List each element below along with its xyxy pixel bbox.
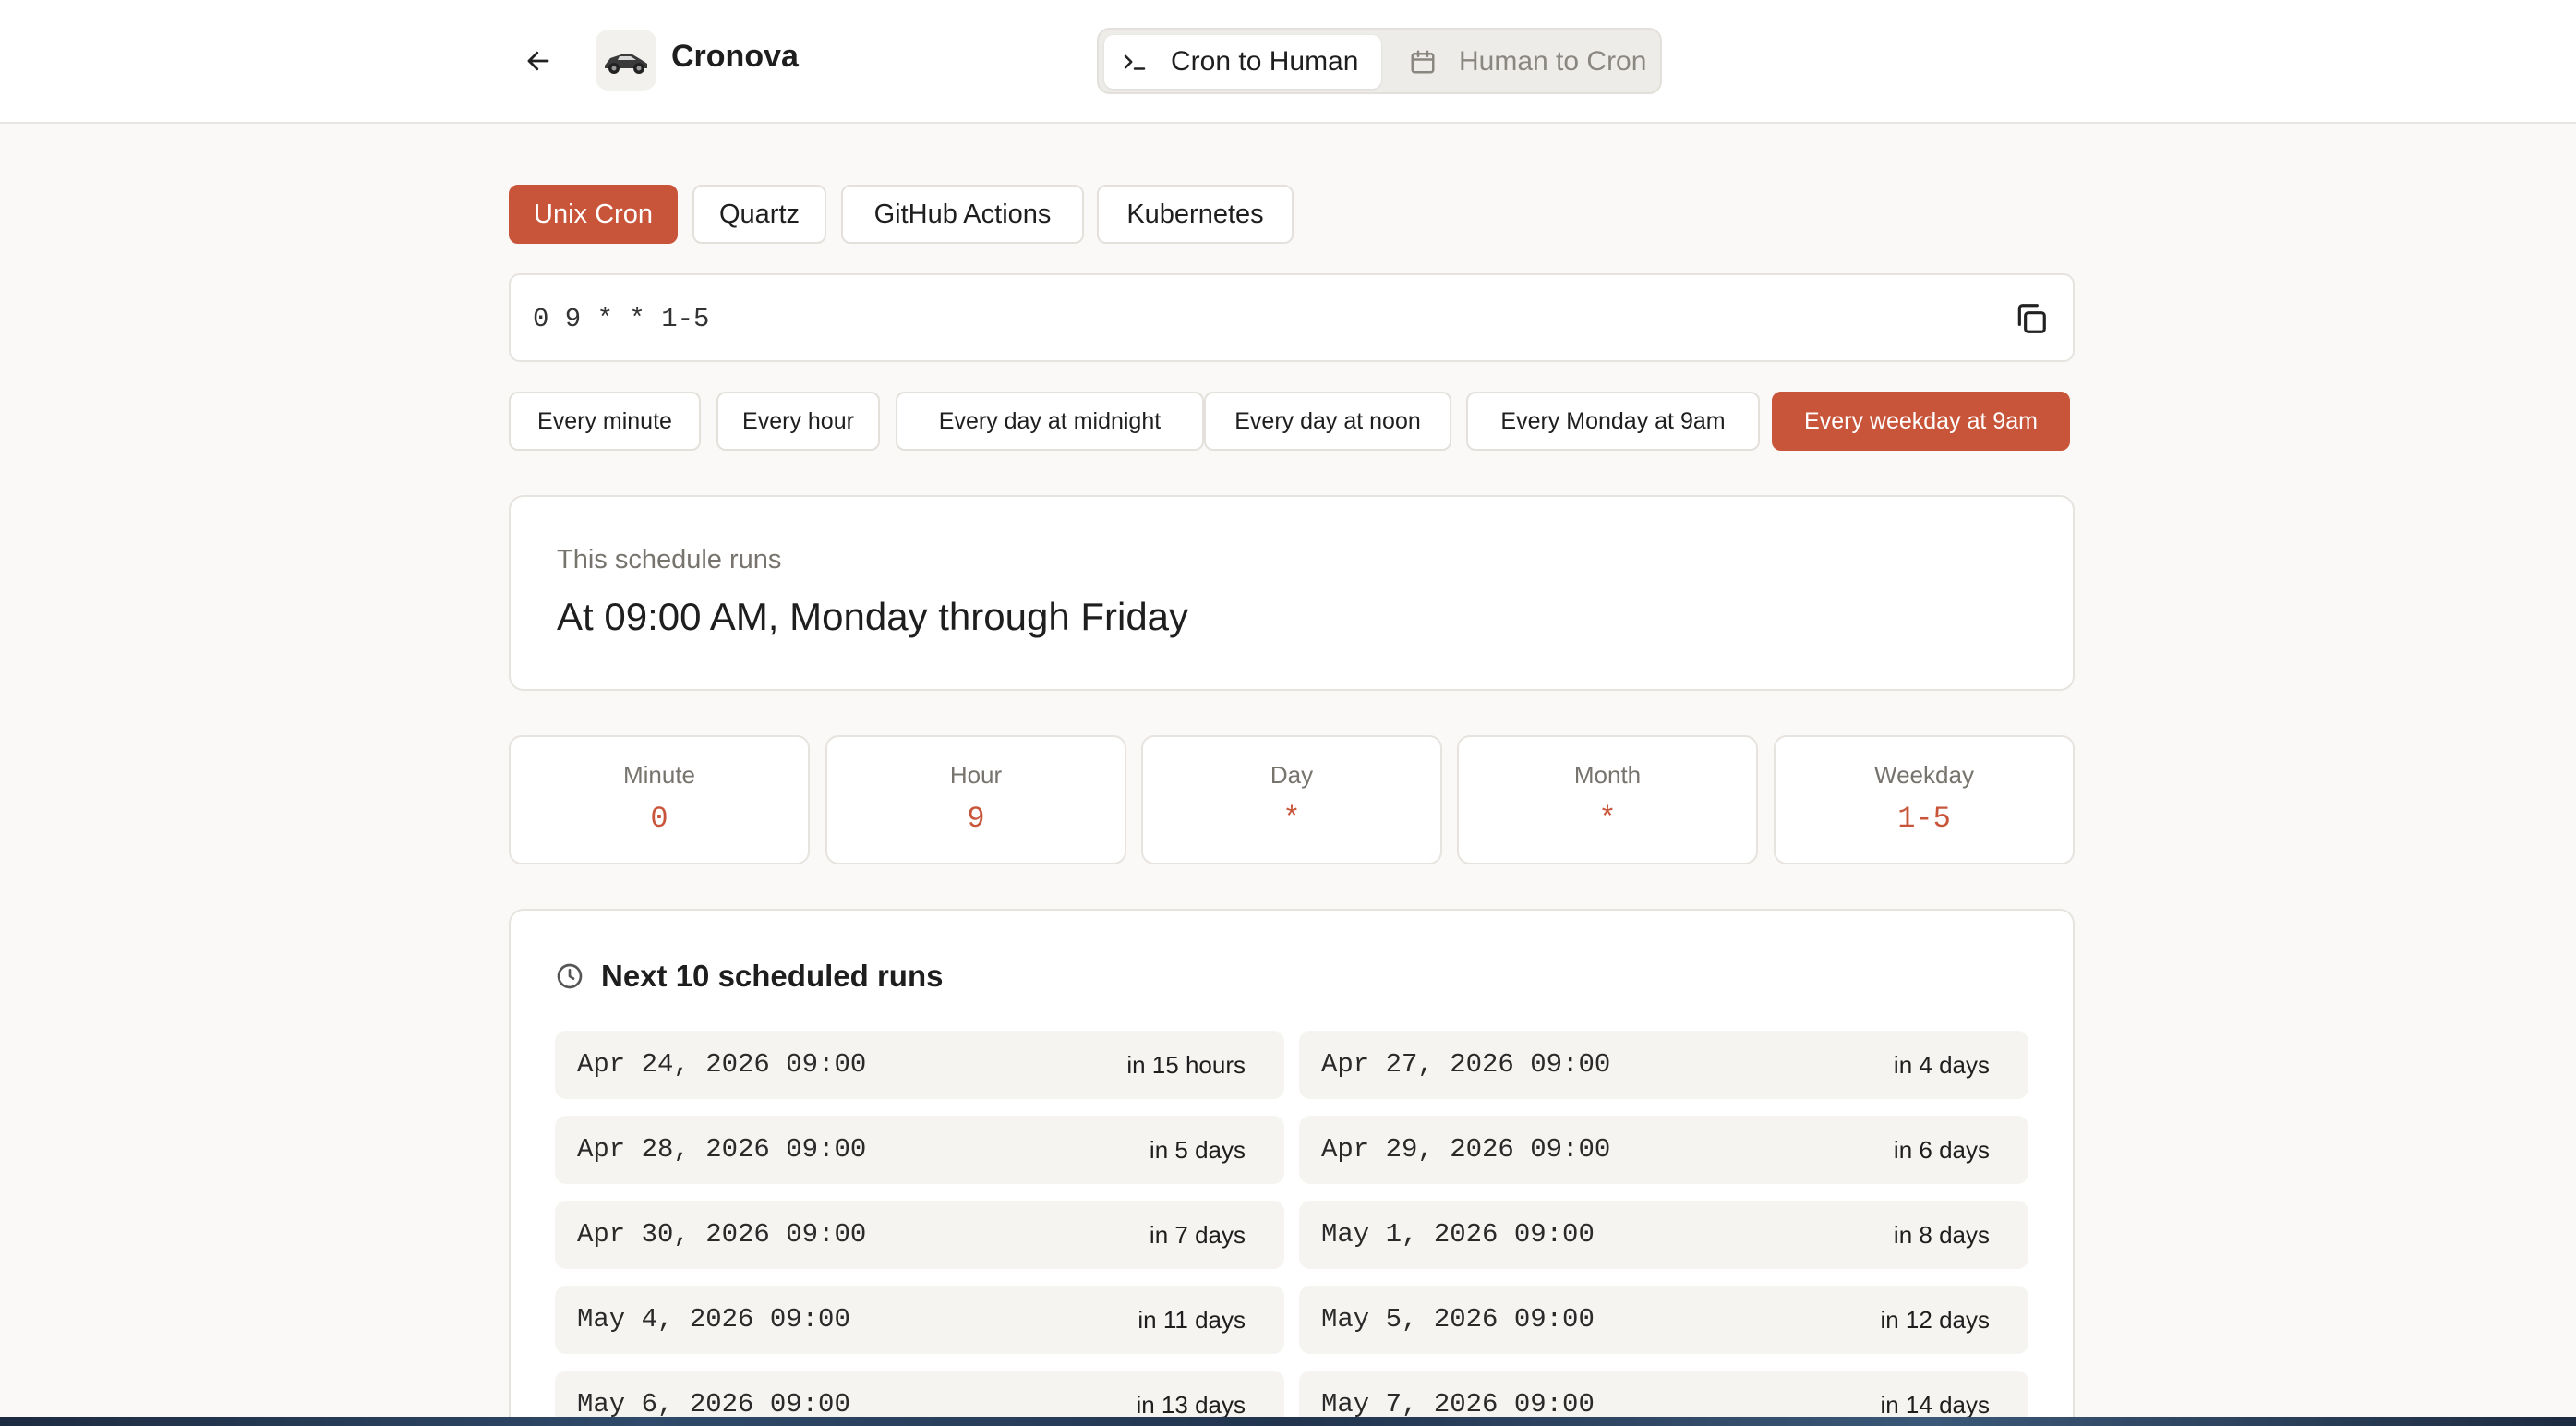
arrow-left-icon <box>527 51 549 71</box>
dialect-quartz[interactable]: Quartz <box>692 185 826 244</box>
tab-label: Human to Cron <box>1459 46 1647 77</box>
tab-label: Cron to Human <box>1171 46 1359 77</box>
field-minute: Minute 0 <box>509 735 810 864</box>
next-runs-card: Next 10 scheduled runs Apr 24, 2026 09:0… <box>509 909 2075 1426</box>
run-item: Apr 24, 2026 09:00 in 15 hours <box>555 1031 1284 1099</box>
top-bar: Cronova Cron to Human Human to Cron <box>0 0 2576 124</box>
dialect-kubernetes[interactable]: Kubernetes <box>1097 185 1294 244</box>
field-label: Month <box>1573 761 1642 789</box>
run-relative: in 12 days <box>1880 1306 1990 1334</box>
run-relative: in 15 hours <box>1126 1051 1246 1079</box>
run-date: Apr 28, 2026 09:00 <box>577 1134 867 1165</box>
field-day: Day * <box>1141 735 1442 864</box>
run-date: May 7, 2026 09:00 <box>1321 1389 1595 1420</box>
preset-every-minute[interactable]: Every minute <box>509 392 701 451</box>
run-relative: in 5 days <box>1149 1136 1246 1164</box>
car-logo-icon <box>605 54 647 74</box>
app-name: Cronova <box>671 39 799 74</box>
field-value: * <box>1598 802 1617 836</box>
schedule-summary-card: This schedule runs At 09:00 AM, Monday t… <box>509 495 2075 691</box>
field-value: * <box>1282 802 1301 836</box>
run-item: Apr 30, 2026 09:00 in 7 days <box>555 1201 1284 1269</box>
run-date: Apr 24, 2026 09:00 <box>577 1049 867 1080</box>
next-runs-header: Next 10 scheduled runs <box>555 959 943 994</box>
field-month: Month * <box>1457 735 1758 864</box>
field-weekday: Weekday 1-5 <box>1774 735 2075 864</box>
back-button[interactable] <box>515 41 561 81</box>
run-relative: in 13 days <box>1136 1391 1246 1419</box>
copy-button[interactable] <box>2014 301 2049 336</box>
dialect-github-actions[interactable]: GitHub Actions <box>841 185 1084 244</box>
field-hour: Hour 9 <box>825 735 1126 864</box>
tab-cron-to-human[interactable]: Cron to Human <box>1104 35 1381 89</box>
run-date: May 4, 2026 09:00 <box>577 1304 850 1335</box>
next-runs-title: Next 10 scheduled runs <box>601 959 944 993</box>
field-label: Hour <box>949 761 1003 789</box>
run-relative: in 6 days <box>1893 1136 1990 1164</box>
copy-icon <box>2017 304 2046 333</box>
preset-every-weekday-9am[interactable]: Every weekday at 9am <box>1772 392 2070 451</box>
run-relative: in 14 days <box>1880 1391 1990 1419</box>
clock-icon <box>557 963 583 989</box>
run-relative: in 4 days <box>1893 1051 1990 1079</box>
preset-every-day-noon[interactable]: Every day at noon <box>1204 392 1451 451</box>
run-relative: in 8 days <box>1893 1221 1990 1249</box>
field-label: Minute <box>622 761 696 789</box>
preset-every-monday-9am[interactable]: Every Monday at 9am <box>1466 392 1760 451</box>
run-relative: in 11 days <box>1138 1306 1246 1334</box>
run-date: Apr 29, 2026 09:00 <box>1321 1134 1611 1165</box>
cron-expression-box <box>509 273 2075 362</box>
field-value: 9 <box>967 802 985 836</box>
run-item: Apr 29, 2026 09:00 in 6 days <box>1299 1116 2028 1184</box>
taskbar-strip <box>0 1417 2576 1426</box>
terminal-icon <box>1121 48 1158 76</box>
dialect-unix-cron[interactable]: Unix Cron <box>509 185 678 244</box>
field-label: Weekday <box>1874 761 1974 789</box>
run-date: Apr 27, 2026 09:00 <box>1321 1049 1611 1080</box>
run-item: Apr 28, 2026 09:00 in 5 days <box>555 1116 1284 1184</box>
field-value: 0 <box>650 802 668 836</box>
tab-human-to-cron[interactable]: Human to Cron <box>1392 35 1658 89</box>
preset-every-hour[interactable]: Every hour <box>716 392 880 451</box>
run-relative: in 7 days <box>1149 1221 1246 1249</box>
run-date: May 5, 2026 09:00 <box>1321 1304 1595 1335</box>
run-item: May 4, 2026 09:00 in 11 days <box>555 1286 1284 1354</box>
preset-every-day-midnight[interactable]: Every day at midnight <box>896 392 1204 451</box>
cron-expression-input[interactable] <box>533 297 1973 340</box>
calendar-icon <box>1409 48 1446 76</box>
run-date: Apr 30, 2026 09:00 <box>577 1219 867 1250</box>
run-date: May 6, 2026 09:00 <box>577 1389 850 1420</box>
summary-text: At 09:00 AM, Monday through Friday <box>557 595 1189 638</box>
summary-label: This schedule runs <box>557 545 782 574</box>
run-item: May 1, 2026 09:00 in 8 days <box>1299 1201 2028 1269</box>
mode-switch: Cron to Human Human to Cron <box>1097 28 1662 94</box>
run-date: May 1, 2026 09:00 <box>1321 1219 1595 1250</box>
field-value: 1-5 <box>1897 802 1951 836</box>
run-item: Apr 27, 2026 09:00 in 4 days <box>1299 1031 2028 1099</box>
field-label: Day <box>1270 761 1314 789</box>
run-item: May 5, 2026 09:00 in 12 days <box>1299 1286 2028 1354</box>
app-logo <box>596 30 656 91</box>
